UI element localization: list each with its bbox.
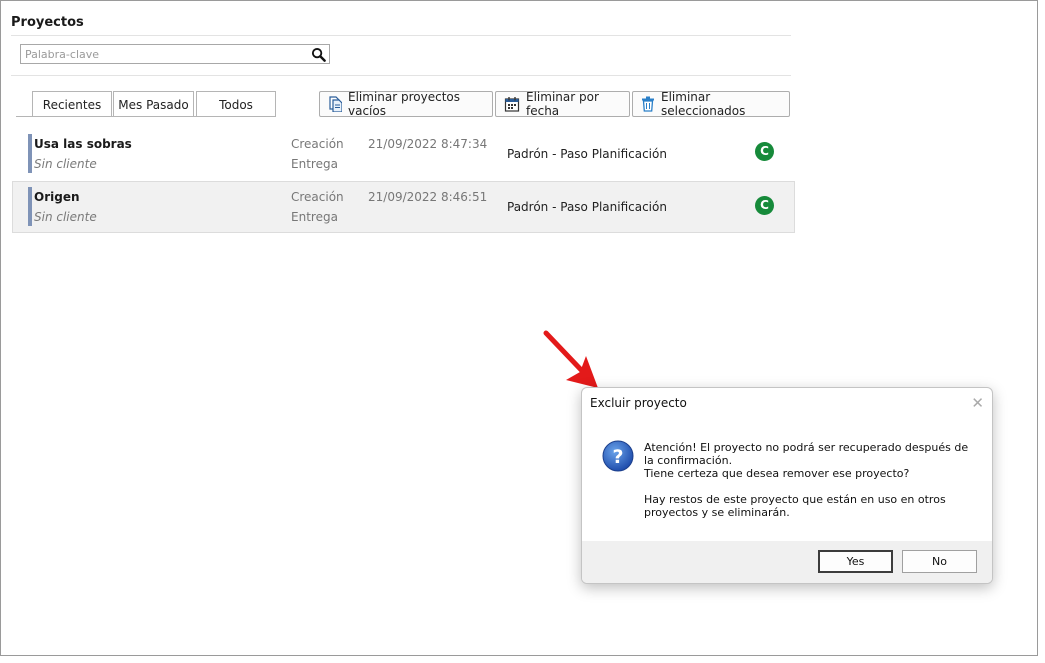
- document-icon: [329, 96, 342, 112]
- tab-label: Mes Pasado: [118, 98, 189, 112]
- confirm-dialog: Excluir proyecto ✕ ? Atención! El proyec…: [581, 387, 993, 584]
- trash-icon: [642, 96, 654, 112]
- pointer-arrow: [543, 330, 598, 388]
- project-row-selected[interactable]: Origen Sin cliente Creación Entrega 21/0…: [12, 181, 795, 233]
- tab-todos[interactable]: Todos: [196, 91, 276, 117]
- creation-date: 21/09/2022 8:46:51: [368, 190, 488, 204]
- creation-label: Creación: [291, 190, 344, 204]
- page-title: Proyectos: [11, 15, 84, 30]
- project-name: Usa las sobras: [34, 137, 132, 151]
- tab-mes-pasado[interactable]: Mes Pasado: [113, 91, 194, 117]
- project-client: Sin cliente: [34, 210, 97, 224]
- calendar-icon: [504, 97, 520, 112]
- question-icon: ?: [602, 440, 634, 472]
- divider: [11, 75, 791, 76]
- tab-label: Todos: [219, 98, 253, 112]
- row-marker: [28, 134, 32, 173]
- tab-label: Recientes: [42, 98, 102, 112]
- delivery-label: Entrega: [291, 210, 338, 224]
- dialog-line-2: Tiene certeza que desea remover ese proy…: [644, 467, 910, 480]
- creation-label: Creación: [291, 137, 344, 151]
- project-stage: Padrón - Paso Planificación: [507, 147, 667, 161]
- button-label: Eliminar proyectos vacíos: [348, 90, 460, 118]
- close-icon[interactable]: ✕: [971, 394, 984, 412]
- no-button[interactable]: No: [902, 550, 977, 573]
- dialog-title: Excluir proyecto: [590, 396, 687, 410]
- project-stage: Padrón - Paso Planificación: [507, 200, 667, 214]
- dialog-line-1: Atención! El proyecto no podrá ser recup…: [644, 441, 969, 467]
- row-marker: [28, 187, 32, 226]
- delivery-label: Entrega: [291, 157, 338, 171]
- yes-button[interactable]: Yes: [818, 550, 893, 573]
- tab-recientes[interactable]: Recientes: [32, 91, 112, 117]
- button-label: Eliminar por fecha: [526, 90, 599, 118]
- project-client: Sin cliente: [34, 157, 97, 171]
- search-icon[interactable]: [311, 47, 326, 62]
- dialog-line-3: Hay restos de este proyecto que están en…: [644, 493, 946, 519]
- search-input[interactable]: [21, 45, 309, 63]
- dialog-message: Atención! El proyecto no podrá ser recup…: [644, 441, 974, 519]
- divider: [11, 35, 791, 36]
- tab-underline: [16, 116, 276, 117]
- search-box: [20, 44, 330, 64]
- project-name: Origen: [34, 190, 80, 204]
- button-label: Eliminar seleccionados: [661, 90, 746, 118]
- project-row[interactable]: Usa las sobras Sin cliente Creación Entr…: [12, 128, 795, 180]
- status-badge: C: [755, 142, 774, 161]
- status-badge: C: [755, 196, 774, 215]
- creation-date: 21/09/2022 8:47:34: [368, 137, 488, 151]
- delete-empty-projects-button[interactable]: Eliminar proyectos vacíos: [319, 90, 493, 118]
- svg-text:?: ?: [612, 446, 623, 468]
- delete-by-date-button[interactable]: Eliminar por fecha: [495, 90, 630, 118]
- delete-selected-button[interactable]: Eliminar seleccionados: [632, 90, 790, 118]
